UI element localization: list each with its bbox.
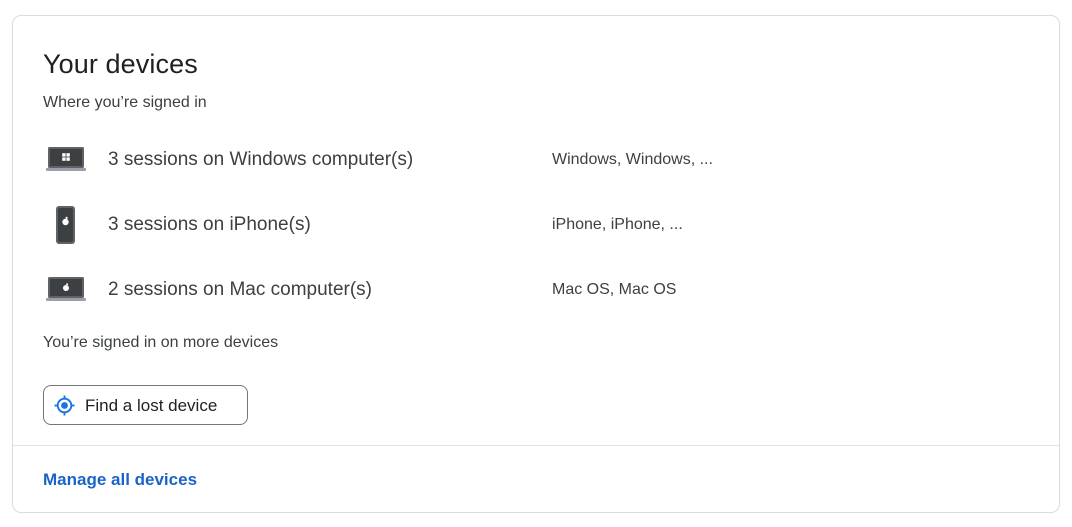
- footer-divider: [13, 445, 1059, 446]
- device-detail: Windows, Windows, ...: [552, 151, 713, 168]
- find-lost-device-button[interactable]: Find a lost device: [43, 385, 248, 425]
- card-title: Your devices: [43, 49, 198, 79]
- device-detail: Mac OS, Mac OS: [552, 281, 677, 298]
- device-row-iphone[interactable]: 3 sessions on iPhone(s) iPhone, iPhone, …: [13, 193, 1059, 253]
- device-label: 3 sessions on iPhone(s): [108, 214, 311, 235]
- device-detail: iPhone, iPhone, ...: [552, 216, 683, 233]
- device-row-mac[interactable]: 2 sessions on Mac computer(s) Mac OS, Ma…: [13, 258, 1059, 318]
- devices-card: Your devices Where you’re signed in 3 se…: [12, 15, 1060, 513]
- card-subtitle: Where you’re signed in: [43, 94, 207, 111]
- manage-all-devices-link[interactable]: Manage all devices: [43, 469, 197, 491]
- mac-laptop-icon: [46, 270, 86, 310]
- find-lost-device-label: Find a lost device: [85, 396, 218, 415]
- device-label: 3 sessions on Windows computer(s): [108, 149, 414, 170]
- device-row-windows[interactable]: 3 sessions on Windows computer(s) Window…: [13, 128, 1059, 188]
- more-devices-note: You’re signed in on more devices: [43, 334, 279, 351]
- iphone-icon: [46, 205, 86, 245]
- device-label: 2 sessions on Mac computer(s): [108, 279, 372, 300]
- location-target-icon: [54, 395, 75, 416]
- windows-laptop-icon: [46, 140, 86, 180]
